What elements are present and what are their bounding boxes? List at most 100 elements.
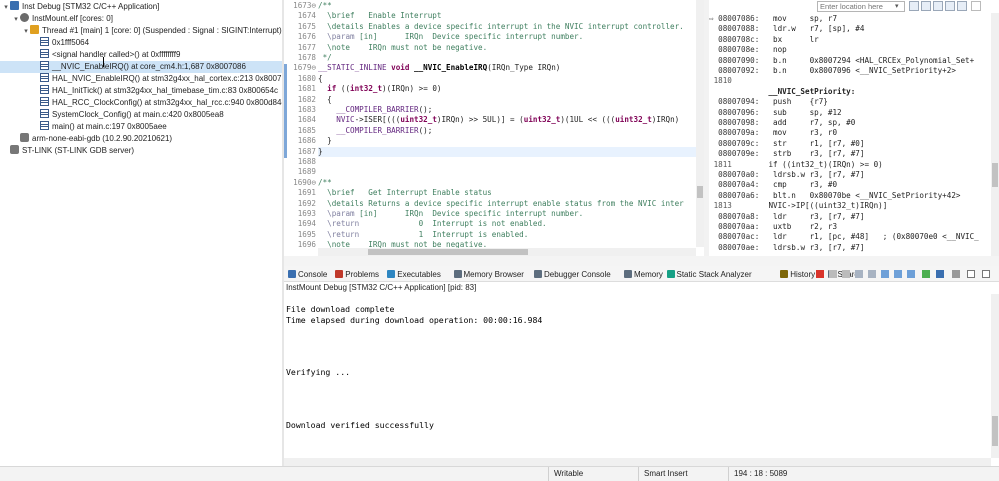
source-line[interactable]: \param [in] IRQn Device specific interru… (318, 32, 696, 42)
function-label-row[interactable]: __NVIC_SetPriority: (709, 87, 991, 97)
source-line[interactable]: /** (318, 1, 696, 11)
source-line[interactable]: \param [in] IRQn Device specific interru… (318, 209, 696, 219)
source-line[interactable]: \note IRQn must not be negative. (318, 43, 696, 53)
editor-vertical-scrollbar[interactable] (696, 0, 704, 247)
view-menu-icon[interactable] (952, 270, 960, 278)
source-line[interactable]: { (318, 95, 696, 105)
instruction-row[interactable]: 080070a0: ldrsb.w r3, [r7, #7] (709, 170, 991, 180)
editor-horizontal-scrollbar[interactable] (318, 248, 696, 256)
show-symbols-icon[interactable] (945, 1, 955, 11)
instruction-row[interactable]: 0800708c: bx lr (709, 35, 991, 45)
instruction-row[interactable]: 080070ae: ldrsb.w r3, [r7, #7] (709, 243, 991, 253)
instruction-row[interactable]: 08007090: b.n 0x8007294 <HAL_CRCEx_Polyn… (709, 56, 991, 66)
tab-executables[interactable]: Executables (387, 269, 441, 281)
source-line[interactable]: \brief Enable Interrupt (318, 11, 696, 21)
source-line[interactable]: /** (318, 178, 696, 188)
source-line[interactable]: } (318, 136, 696, 146)
maximize-icon[interactable] (982, 270, 990, 278)
source-line-row[interactable]: 1813 NVIC->IP[((uint32_t)IRQn)] (709, 201, 991, 211)
instruction-row[interactable]: 080070a6: blt.n 0x80070be <__NVIC_SetPri… (709, 191, 991, 201)
location-dropdown-icon[interactable]: ▾ (895, 2, 899, 10)
current-source-line[interactable]: } (318, 146, 696, 157)
tree-item[interactable]: ▾ Inst Debug [STM32 C/C++ Application] (0, 1, 282, 13)
instruction-row[interactable]: 0800709e: strb r3, [r7, #7] (709, 149, 991, 159)
tree-item[interactable]: HAL_InitTick() at stm32g4xx_hal_timebase… (0, 85, 282, 97)
instruction-row[interactable]: 080070aa: uxtb r2, r3 (709, 222, 991, 232)
tree-item[interactable]: ST-LINK (ST-LINK GDB server) (0, 145, 282, 157)
remove-launch-icon[interactable] (829, 270, 837, 278)
source-line[interactable]: __COMPILER_BARRIER(); (318, 126, 696, 136)
instruction-row[interactable]: 0800708e: nop (709, 45, 991, 55)
tab-problems[interactable]: Problems (335, 269, 379, 281)
view-menu-icon[interactable] (971, 1, 981, 11)
source-line-row[interactable]: 1810 (709, 76, 991, 86)
word-wrap-icon[interactable] (881, 270, 889, 278)
go-to-location-icon[interactable] (909, 1, 919, 11)
instruction-row[interactable]: 0800709c: str r1, [r7, #0] (709, 139, 991, 149)
source-line[interactable]: { (318, 74, 696, 84)
tab-memory[interactable]: Memory (624, 269, 663, 281)
instruction-row[interactable]: 08007088: ldr.w r7, [sp], #4 (709, 24, 991, 34)
tab-memory-browser[interactable]: Memory Browser (453, 269, 524, 281)
instruction-row[interactable]: 0800709a: mov r3, r0 (709, 128, 991, 138)
minimize-icon[interactable] (967, 270, 975, 278)
console-output[interactable]: File download complete Time elapsed duri… (286, 304, 986, 430)
source-line[interactable]: \details Returns a device specific inter… (318, 199, 696, 209)
display-selected-console-icon[interactable] (922, 270, 930, 278)
refresh-view-icon[interactable] (957, 1, 967, 11)
remove-all-icon[interactable] (842, 270, 850, 278)
terminate-icon[interactable] (816, 270, 824, 278)
console-vertical-scrollbar[interactable] (991, 294, 999, 458)
tree-item[interactable]: <signal handler called>() at 0xffffffff9 (0, 49, 282, 61)
console-horizontal-scrollbar[interactable] (284, 458, 991, 466)
tree-item-selected[interactable]: __NVIC_EnableIRQ() at core_cm4.h:1,687 0… (0, 61, 282, 73)
tree-item[interactable]: HAL_NVIC_EnableIRQ() at stm32g4xx_hal_co… (0, 73, 282, 85)
source-line[interactable]: if ((int32_t)(IRQn) >= 0) (318, 84, 696, 94)
source-line[interactable]: \return 0 Interrupt is not enabled. (318, 219, 696, 229)
tab-history[interactable]: History (780, 269, 815, 281)
open-console-icon[interactable] (936, 270, 944, 278)
source-line[interactable]: __STATIC_INLINE void __NVIC_EnableIRQ(IR… (318, 63, 696, 73)
tab-debugger-console[interactable]: Debugger Console (534, 269, 611, 281)
source-line[interactable] (318, 167, 696, 177)
current-instruction-row[interactable]: ⇨ 08007086: mov sp, r7 (709, 14, 991, 24)
splitter-editor-console[interactable] (284, 256, 999, 266)
editor-horizontal-scroll-thumb[interactable] (368, 249, 528, 255)
source-line[interactable]: \brief Get Interrupt Enable status (318, 188, 696, 198)
source-line-row[interactable]: 1811 if ((int32_t)(IRQn) >= 0) (709, 160, 991, 170)
scroll-lock-icon[interactable] (868, 270, 876, 278)
link-with-editor-icon[interactable] (921, 1, 931, 11)
source-line[interactable]: __COMPILER_BARRIER(); (318, 105, 696, 115)
source-editor[interactable]: 1673⊖/** 1674 \brief Enable Interrupt 1675… (284, 0, 704, 256)
source-line[interactable]: NVIC->ISER[(((uint32_t)IRQn) >> 5UL)] = … (318, 115, 696, 125)
console-scroll-thumb[interactable] (992, 416, 998, 446)
tree-item[interactable]: HAL_RCC_ClockConfig() at stm32g4xx_hal_r… (0, 97, 282, 109)
tree-item[interactable]: ▾ InstMount.elf [cores: 0] (0, 13, 282, 25)
tab-static-stack-analyzer[interactable]: Static Stack Analyzer (666, 269, 752, 281)
tree-item[interactable]: main() at main.c:197 0x8005aee (0, 121, 282, 133)
clear-console-icon[interactable] (855, 270, 863, 278)
instruction-row[interactable]: 08007094: push {r7} (709, 97, 991, 107)
disassembly-view[interactable]: ▾ ⇨ 08007086: mov sp, r7 08007088: ldr.w… (709, 0, 999, 256)
tree-item[interactable]: 0x1fff5064 (0, 37, 282, 49)
source-line[interactable]: \return 1 Interrupt is enabled. (318, 230, 696, 240)
show-on-output-icon[interactable] (894, 270, 902, 278)
instruction-row[interactable]: 08007092: b.n 0x8007096 <__NVIC_SetPrior… (709, 66, 991, 76)
disassembly-scroll-thumb[interactable] (992, 163, 998, 187)
tree-item[interactable]: ▾ Thread #1 [main] 1 [core: 0] (Suspended… (0, 25, 282, 37)
source-line[interactable]: */ (318, 53, 696, 63)
editor-vertical-scroll-thumb[interactable] (697, 186, 703, 198)
instruction-row[interactable]: 080070ac: ldr r1, [pc, #48] ; (0x80070e0… (709, 232, 991, 242)
source-line[interactable] (318, 157, 696, 167)
disassembly-vertical-scrollbar[interactable] (991, 13, 999, 256)
instruction-row[interactable]: 080070a8: ldr r3, [r7, #7] (709, 212, 991, 222)
instruction-row[interactable]: 08007098: add r7, sp, #0 (709, 118, 991, 128)
instruction-row[interactable]: 080070a4: cmp r3, #0 (709, 180, 991, 190)
instruction-row[interactable]: 08007096: sub sp, #12 (709, 108, 991, 118)
location-input[interactable] (817, 1, 905, 12)
tab-console[interactable]: Console (288, 269, 327, 281)
tree-item[interactable]: arm-none-eabi-gdb (10.2.90.20210621) (0, 133, 282, 145)
show-source-icon[interactable] (933, 1, 943, 11)
source-line[interactable]: \details Enables a device specific inter… (318, 22, 696, 32)
tree-item[interactable]: SystemClock_Config() at main.c:420 0x800… (0, 109, 282, 121)
